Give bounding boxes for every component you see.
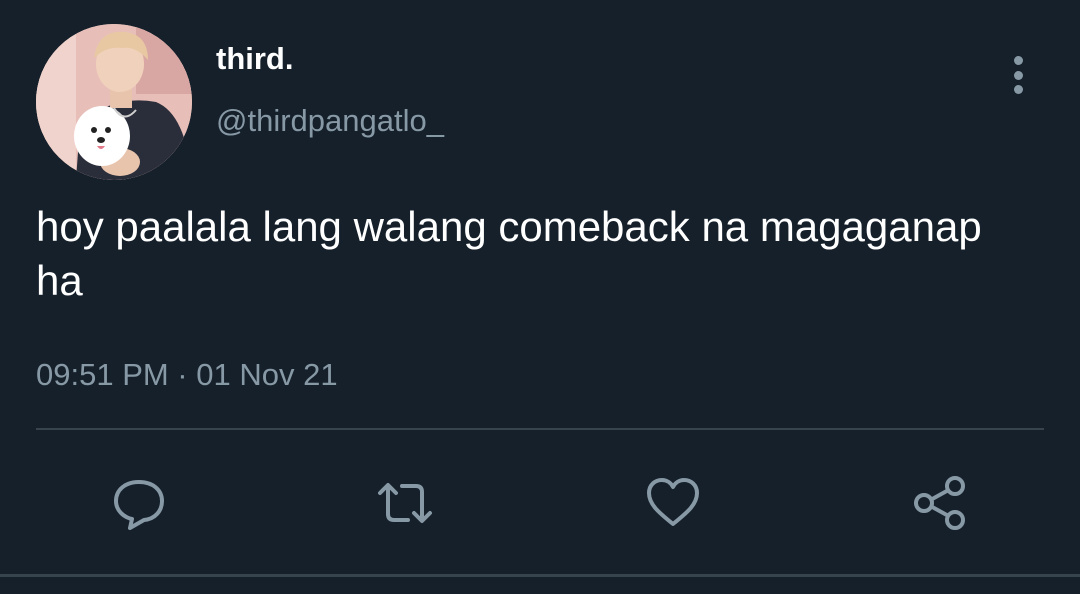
display-name[interactable]: third. (216, 40, 294, 78)
reply-button[interactable] (110, 474, 168, 532)
more-options-icon (1013, 56, 1023, 65)
tweet-card: third. @thirdpangatlo_ hoy paalala lang … (0, 0, 1080, 594)
tweet-timestamp[interactable]: 09:51 PM · 01 Nov 21 (36, 356, 338, 394)
retweet-icon (378, 483, 432, 523)
user-handle[interactable]: @thirdpangatlo_ (216, 102, 444, 140)
like-button[interactable] (644, 474, 702, 532)
retweet-button[interactable] (376, 474, 434, 532)
divider (36, 428, 1044, 430)
more-options-icon-dot (1013, 70, 1023, 80)
avatar-image (36, 24, 192, 180)
share-button[interactable] (910, 474, 968, 532)
more-options-button[interactable] (996, 52, 1040, 98)
bottom-divider (0, 574, 1080, 577)
heart-icon (647, 478, 699, 526)
reply-icon (114, 480, 164, 530)
share-icon (914, 476, 965, 530)
more-options-icon-dot (1013, 85, 1023, 94)
tweet-text: hoy paalala lang walang comeback na maga… (36, 203, 982, 304)
avatar[interactable] (36, 24, 192, 180)
